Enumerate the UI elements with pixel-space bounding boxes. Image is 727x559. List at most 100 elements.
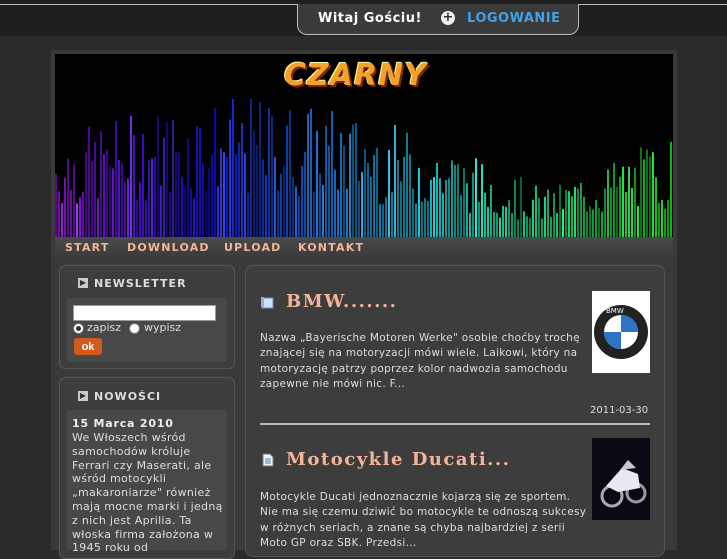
- document-icon: [262, 453, 274, 467]
- arrow-right-icon: ▶: [78, 278, 88, 288]
- equalizer-bar: [130, 115, 132, 238]
- welcome-text: Witaj Gościu!: [318, 11, 422, 26]
- equalizer-bar: [499, 217, 501, 238]
- equalizer-bar: [286, 125, 288, 238]
- equalizer-bar: [478, 201, 480, 238]
- equalizer-bar: [109, 165, 111, 238]
- equalizer-bar: [136, 199, 138, 238]
- arrow-right-icon: ▶: [78, 391, 88, 401]
- equalizer-bar: [373, 154, 375, 238]
- equalizer-bar: [454, 164, 456, 238]
- equalizer-bar: [568, 191, 570, 238]
- equalizer-bar: [577, 188, 579, 238]
- equalizer-bar: [625, 192, 627, 238]
- equalizer-bar: [223, 152, 225, 238]
- equalizer-bar: [475, 158, 477, 238]
- equalizer-bar: [559, 184, 561, 238]
- equalizer-bar: [289, 110, 291, 238]
- equalizer-bar: [85, 152, 87, 238]
- post-body-ducati: Motocykle Ducati jednoznacznie kojarzą s…: [260, 491, 587, 549]
- equalizer-bar: [127, 178, 129, 238]
- equalizer-bar: [580, 182, 582, 238]
- equalizer-bar: [61, 202, 63, 238]
- equalizer-bar: [190, 188, 192, 238]
- equalizer-bar: [145, 200, 147, 238]
- equalizer-bar: [412, 188, 414, 238]
- ducati-motorcycle-image[interactable]: [592, 438, 650, 520]
- equalizer-bar: [361, 172, 363, 238]
- subscribe-radio[interactable]: [73, 323, 84, 334]
- top-bar-divider-left: [0, 4, 300, 5]
- equalizer-bar: [451, 160, 453, 238]
- equalizer-bar: [541, 218, 543, 238]
- equalizer-bar: [517, 219, 519, 238]
- post-title-bmw[interactable]: BMW.......: [286, 291, 397, 312]
- equalizer-bar: [490, 184, 492, 238]
- equalizer-bar: [619, 176, 621, 238]
- equalizer-bar: [139, 182, 141, 238]
- post-body-bmw: Nazwa „Bayerische Motoren Werke" osobie …: [260, 332, 580, 390]
- equalizer-bar: [268, 107, 270, 238]
- nav-start[interactable]: START: [65, 241, 110, 254]
- equalizer-bar: [208, 168, 210, 238]
- equalizer-bar: [100, 131, 102, 238]
- equalizer-bar: [589, 206, 591, 238]
- subscribe-label: zapisz: [87, 321, 122, 334]
- equalizer-bar: [343, 145, 345, 238]
- top-bar: Witaj Gościu! + LOGOWANIE: [0, 0, 727, 36]
- equalizer-bar: [325, 125, 327, 238]
- nav-kontakt[interactable]: KONTAKT: [298, 241, 364, 254]
- equalizer-bar: [367, 162, 369, 238]
- site-logo[interactable]: CZARNY: [284, 58, 427, 93]
- equalizer-bar: [334, 169, 336, 238]
- plus-icon[interactable]: +: [441, 11, 455, 25]
- equalizer-bar: [385, 197, 387, 238]
- equalizer-bar: [220, 148, 222, 238]
- equalizer-bar: [670, 141, 672, 238]
- equalizer-bar: [493, 212, 495, 238]
- post-title-ducati[interactable]: Motocykle Ducati...: [286, 449, 510, 470]
- nav-download[interactable]: DOWNLOAD: [127, 241, 210, 254]
- news-date: 15 Marca 2010: [72, 417, 174, 430]
- equalizer-bar: [571, 196, 573, 238]
- bmw-logo-image[interactable]: BMW: [592, 291, 650, 373]
- equalizer-bar: [553, 193, 555, 238]
- equalizer-bar: [214, 108, 216, 238]
- equalizer-bar: [604, 188, 606, 238]
- equalizer-bar: [391, 191, 393, 238]
- equalizer-bar: [613, 163, 615, 238]
- equalizer-bar: [217, 186, 219, 238]
- equalizer-bar: [430, 179, 432, 238]
- equalizer-bar: [160, 185, 162, 238]
- equalizer-bar: [304, 151, 306, 238]
- equalizer-bar: [481, 164, 483, 238]
- equalizer-bar: [79, 197, 81, 238]
- newsletter-email-input[interactable]: [73, 305, 216, 321]
- equalizer-bar: [169, 192, 171, 238]
- equalizer-bar: [121, 163, 123, 238]
- equalizer-bar: [328, 145, 330, 238]
- equalizer-bar: [466, 183, 468, 238]
- ok-button[interactable]: ok: [74, 338, 102, 355]
- equalizer-bar: [184, 185, 186, 238]
- equalizer-bar: [322, 185, 324, 238]
- equalizer-bar: [259, 102, 261, 238]
- main-nav: START DOWNLOAD UPLOAD KONTAKT: [55, 237, 673, 259]
- equalizer-bar: [97, 198, 99, 238]
- equalizer-bar: [172, 120, 174, 238]
- equalizer-bar: [319, 173, 321, 238]
- equalizer-bar: [211, 154, 213, 238]
- equalizer-bar: [292, 177, 294, 238]
- equalizer-bar: [496, 212, 498, 238]
- equalizer-bar: [661, 199, 663, 238]
- equalizer-bar: [103, 153, 105, 238]
- equalizer-bar: [364, 149, 366, 238]
- equalizer-bar: [157, 116, 159, 238]
- nav-upload[interactable]: UPLOAD: [224, 241, 282, 254]
- equalizer-bar: [91, 161, 93, 238]
- equalizer-bar: [310, 108, 312, 238]
- login-link[interactable]: LOGOWANIE: [467, 11, 561, 26]
- equalizer-bar: [55, 174, 57, 238]
- unsubscribe-radio[interactable]: [129, 323, 140, 334]
- equalizer-bar: [193, 198, 195, 238]
